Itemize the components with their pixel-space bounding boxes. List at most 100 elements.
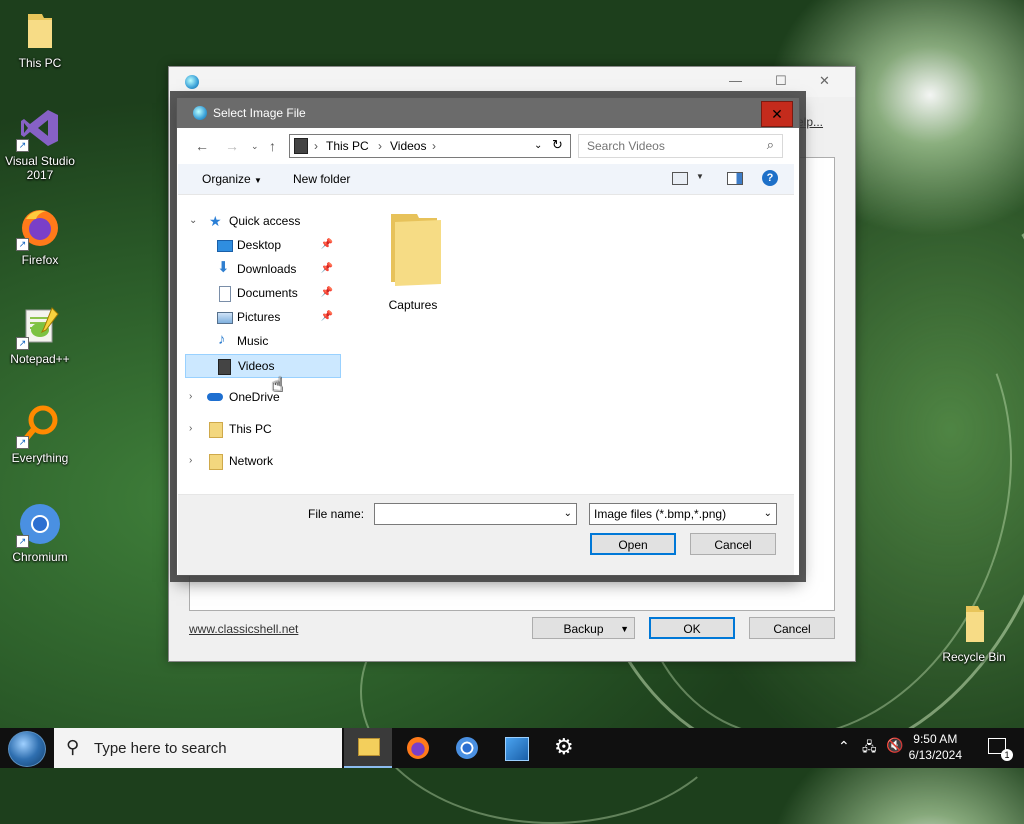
- taskbar-search[interactable]: ⚲ Type here to search: [54, 728, 342, 768]
- view-options-icon[interactable]: [672, 172, 688, 185]
- desktop-icon-firefox[interactable]: ↗ Firefox: [0, 205, 80, 267]
- show-hidden-icons-chevron-icon[interactable]: ⌃: [838, 738, 850, 755]
- close-icon: ✕: [771, 106, 783, 122]
- clock[interactable]: 9:50 AM 6/13/2024: [909, 731, 962, 763]
- maximize-icon[interactable]: ☐: [775, 73, 787, 89]
- nav-pictures[interactable]: Pictures 📌: [183, 306, 339, 328]
- firefox-icon: [407, 737, 429, 759]
- expand-chevron-icon[interactable]: ›: [189, 386, 192, 408]
- nav-documents[interactable]: Documents 📌: [183, 282, 339, 304]
- desktop-icon-notepad-plus-plus[interactable]: ↗ Notepad++: [0, 304, 80, 366]
- close-icon[interactable]: ✕: [819, 73, 830, 89]
- app-icon: [185, 75, 199, 89]
- volume-muted-icon[interactable]: 🔇: [886, 737, 903, 754]
- search-input[interactable]: [585, 138, 759, 154]
- taskbar-firefox[interactable]: [394, 728, 442, 768]
- dialog-title: Select Image File: [213, 106, 306, 120]
- breadcrumb-separator-icon: ›: [432, 139, 436, 153]
- dialog-titlebar[interactable]: Select Image File ✕: [177, 98, 799, 128]
- taskbar-settings[interactable]: ⚙: [541, 728, 589, 768]
- expand-chevron-icon[interactable]: ›: [189, 418, 192, 440]
- help-link[interactable]: elp...: [797, 115, 823, 129]
- breadcrumb-videos[interactable]: Videos: [390, 139, 426, 153]
- back-arrow-icon[interactable]: ←: [195, 138, 209, 154]
- gear-icon: ⚙: [554, 734, 574, 759]
- dialog-toolbar: Organize ▼ New folder ▼ ?: [178, 164, 794, 195]
- folder-icon: [387, 212, 441, 290]
- classicshell-link[interactable]: www.classicshell.net: [189, 622, 298, 636]
- app-icon: [193, 106, 207, 120]
- minimize-icon[interactable]: —: [729, 73, 742, 88]
- dialog-cancel-button[interactable]: Cancel: [690, 533, 776, 555]
- document-icon: [219, 286, 231, 302]
- taskbar-paint[interactable]: [492, 728, 540, 768]
- recent-locations-chevron-icon[interactable]: ⌄: [251, 141, 259, 152]
- folder-item-captures[interactable]: Captures: [373, 212, 453, 312]
- breadcrumb-separator-icon: ›: [378, 139, 382, 153]
- nav-network[interactable]: › Network: [183, 450, 339, 472]
- help-icon[interactable]: ?: [762, 170, 778, 186]
- nav-onedrive[interactable]: › OneDrive: [183, 386, 339, 408]
- breadcrumb-this-pc[interactable]: This PC: [326, 139, 369, 153]
- taskbar: ⚲ Type here to search ⚙ ⌃ 🖧 🔇 9:50 AM 6/…: [0, 728, 1024, 768]
- desktop-icon-this-pc[interactable]: This PC: [0, 8, 80, 70]
- desktop-icon-everything[interactable]: ↗ Everything: [0, 403, 80, 465]
- organize-button[interactable]: Organize ▼: [202, 172, 262, 186]
- network-icon[interactable]: 🖧: [862, 738, 877, 760]
- start-button[interactable]: [8, 731, 46, 767]
- backup-button[interactable]: Backup ▼: [532, 617, 635, 639]
- firefox-icon: ↗: [16, 205, 62, 251]
- nav-music[interactable]: ♪ Music: [183, 330, 339, 352]
- search-box[interactable]: ⌕: [578, 134, 783, 158]
- folder-icon: [209, 422, 223, 438]
- chromium-icon: [456, 737, 478, 759]
- nav-desktop[interactable]: Desktop 📌: [183, 234, 339, 256]
- ok-button[interactable]: OK: [649, 617, 735, 639]
- file-name-label: File name:: [308, 507, 365, 521]
- taskbar-file-explorer[interactable]: [344, 728, 392, 768]
- pin-icon: 📌: [320, 287, 333, 298]
- shortcut-arrow-icon: ↗: [16, 337, 29, 350]
- notepad-plus-plus-icon: ↗: [16, 304, 62, 350]
- folder-icon: [209, 454, 223, 470]
- shortcut-arrow-icon: ↗: [16, 535, 29, 548]
- expand-chevron-icon[interactable]: ›: [189, 450, 192, 472]
- nav-downloads[interactable]: ⬇ Downloads 📌: [183, 258, 339, 280]
- star-icon: ★: [209, 213, 222, 229]
- shortcut-arrow-icon: ↗: [16, 139, 29, 152]
- view-dropdown-icon[interactable]: ▼: [696, 172, 704, 181]
- file-type-select[interactable]: Image files (*.bmp,*.png) ⌄: [589, 503, 777, 525]
- file-name-input[interactable]: ⌄: [374, 503, 577, 525]
- settings-window-titlebar[interactable]: — ☐ ✕: [169, 67, 855, 97]
- nav-this-pc[interactable]: › This PC: [183, 418, 339, 440]
- up-arrow-icon[interactable]: ↑: [269, 138, 276, 154]
- nav-videos[interactable]: Videos: [185, 354, 341, 378]
- folder-icon: [18, 8, 62, 52]
- desktop-icon-chromium[interactable]: ↗ Chromium: [0, 502, 80, 564]
- desktop-icon: [217, 240, 233, 252]
- file-explorer-icon: [358, 738, 380, 756]
- music-note-icon: ♪: [218, 331, 226, 348]
- collapse-chevron-icon[interactable]: ⌄: [189, 210, 197, 232]
- notification-center-icon[interactable]: 1: [988, 738, 1013, 761]
- refresh-icon[interactable]: ↻: [552, 137, 563, 153]
- cancel-button[interactable]: Cancel: [749, 617, 835, 639]
- address-dropdown-icon[interactable]: ⌄: [534, 140, 542, 151]
- search-icon: ⚲: [66, 737, 80, 757]
- everything-search-icon: ↗: [16, 403, 62, 449]
- desktop-icon-visual-studio[interactable]: ↗ Visual Studio 2017: [0, 106, 80, 182]
- address-bar[interactable]: › This PC › Videos › ⌄ ↻: [289, 134, 571, 158]
- videos-icon: [294, 138, 308, 154]
- shortcut-arrow-icon: ↗: [16, 238, 29, 251]
- dropdown-arrow-icon[interactable]: ⌄: [564, 504, 572, 524]
- pictures-icon: [217, 312, 233, 324]
- forward-arrow-icon[interactable]: →: [225, 138, 239, 154]
- nav-quick-access[interactable]: ⌄ ★ Quick access: [183, 210, 339, 232]
- preview-pane-icon[interactable]: [727, 172, 743, 185]
- desktop-icon-recycle-bin[interactable]: Recycle Bin: [934, 602, 1014, 664]
- new-folder-button[interactable]: New folder: [293, 172, 350, 186]
- taskbar-chromium[interactable]: [443, 728, 491, 768]
- close-button[interactable]: ✕: [761, 101, 793, 127]
- recycle-bin-icon: [952, 602, 996, 646]
- open-button[interactable]: Open: [590, 533, 676, 555]
